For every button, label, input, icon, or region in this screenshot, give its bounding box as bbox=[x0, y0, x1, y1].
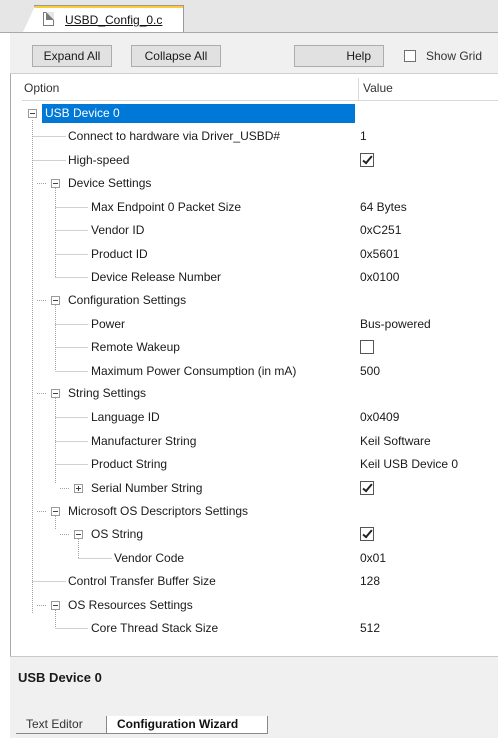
collapse-all-button[interactable]: Collapse All bbox=[131, 45, 221, 67]
tree-item-product-string[interactable]: Product String Keil USB Device 0 bbox=[22, 453, 498, 476]
product-id-value[interactable]: 0x5601 bbox=[360, 247, 399, 261]
tree-item-language-id[interactable]: Language ID 0x0409 bbox=[22, 406, 498, 429]
remote-wakeup-checkbox[interactable] bbox=[360, 340, 374, 354]
tree-node-device-settings[interactable]: Device Settings bbox=[22, 172, 498, 195]
column-header: Option Value bbox=[22, 78, 498, 101]
tree-node-usb-device[interactable]: USB Device 0 bbox=[22, 102, 498, 125]
expand-all-button[interactable]: Expand All bbox=[32, 45, 112, 67]
max-ep0-value[interactable]: 64 Bytes bbox=[360, 200, 407, 214]
tree-item-power[interactable]: Power Bus-powered bbox=[22, 313, 498, 336]
editor-tab-strip: USBD_Config_0.c bbox=[0, 0, 498, 33]
tree-item-high-speed[interactable]: High-speed bbox=[22, 149, 498, 172]
collapse-icon[interactable] bbox=[51, 601, 60, 610]
column-divider[interactable] bbox=[358, 78, 359, 100]
tree-item-label: Vendor Code bbox=[114, 551, 185, 565]
tree-node-label: Device Settings bbox=[68, 176, 152, 190]
tree-item-label: Max Endpoint 0 Packet Size bbox=[91, 200, 242, 214]
tree-item-remote-wakeup[interactable]: Remote Wakeup bbox=[22, 336, 498, 359]
tree-item-core-thread-stack[interactable]: Core Thread Stack Size 512 bbox=[22, 617, 498, 640]
vendor-id-value[interactable]: 0xC251 bbox=[360, 223, 401, 237]
tree-item-label: Product String bbox=[91, 457, 168, 471]
value-column-header[interactable]: Value bbox=[363, 81, 393, 95]
tree-node-label: Configuration Settings bbox=[68, 293, 187, 307]
power-value[interactable]: Bus-powered bbox=[360, 317, 431, 331]
tree-item-label: Control Transfer Buffer Size bbox=[68, 574, 216, 588]
tree-item-label: Product ID bbox=[91, 247, 148, 261]
tree-node-label: Serial Number String bbox=[91, 481, 203, 495]
file-icon bbox=[43, 12, 54, 26]
tab-text-editor[interactable]: Text Editor bbox=[16, 716, 106, 734]
collapse-icon[interactable] bbox=[74, 530, 83, 539]
tab-configuration-wizard[interactable]: Configuration Wizard bbox=[106, 716, 268, 734]
os-string-checkbox[interactable] bbox=[360, 527, 374, 541]
tree-item-label: Core Thread Stack Size bbox=[91, 621, 219, 635]
tree-item-vendor-id[interactable]: Vendor ID 0xC251 bbox=[22, 219, 498, 242]
tree-item-label: Vendor ID bbox=[91, 223, 145, 237]
tree-node-serial-number[interactable]: Serial Number String bbox=[22, 477, 498, 500]
configuration-tree: USB Device 0 Connect to hardware via Dri… bbox=[22, 102, 498, 642]
tree-item-label: Remote Wakeup bbox=[91, 340, 180, 354]
description-pane: USB Device 0 bbox=[10, 656, 498, 713]
tree-item-max-ep0[interactable]: Max Endpoint 0 Packet Size 64 Bytes bbox=[22, 196, 498, 219]
view-tab-strip: Text Editor Configuration Wizard bbox=[10, 712, 498, 738]
file-tab-usbd-config[interactable]: USBD_Config_0.c bbox=[23, 5, 184, 32]
tree-item-vendor-code[interactable]: Vendor Code 0x01 bbox=[22, 547, 498, 570]
tree-item-release-number[interactable]: Device Release Number 0x0100 bbox=[22, 266, 498, 289]
tree-node-label: Microsoft OS Descriptors Settings bbox=[68, 504, 249, 518]
driver-number-value[interactable]: 1 bbox=[360, 129, 367, 143]
tree-item-label: Maximum Power Consumption (in mA) bbox=[91, 364, 297, 378]
tree-item-connect-driver[interactable]: Connect to hardware via Driver_USBD# 1 bbox=[22, 125, 498, 148]
manufacturer-string-value[interactable]: Keil Software bbox=[360, 434, 431, 448]
tree-node-label: OS String bbox=[91, 527, 144, 541]
tree-node-label: USB Device 0 bbox=[42, 104, 355, 123]
show-grid-label: Show Grid bbox=[426, 49, 483, 63]
tree-node-os-resources[interactable]: OS Resources Settings bbox=[22, 594, 498, 617]
help-button[interactable]: Help bbox=[294, 45, 384, 67]
tree-node-string-settings[interactable]: String Settings bbox=[22, 382, 498, 405]
max-power-value[interactable]: 500 bbox=[360, 364, 380, 378]
wizard-toolbar: Expand All Collapse All Help Show Grid bbox=[10, 33, 498, 74]
tree-node-label: OS Resources Settings bbox=[68, 598, 193, 612]
product-string-value[interactable]: Keil USB Device 0 bbox=[360, 457, 458, 471]
control-buffer-size-value[interactable]: 128 bbox=[360, 574, 380, 588]
tree-item-label: Device Release Number bbox=[91, 270, 222, 284]
language-id-value[interactable]: 0x0409 bbox=[360, 410, 399, 424]
collapse-icon[interactable] bbox=[51, 389, 60, 398]
tree-item-max-power[interactable]: Maximum Power Consumption (in mA) 500 bbox=[22, 360, 498, 383]
show-grid-checkbox[interactable] bbox=[404, 50, 416, 62]
serial-number-checkbox[interactable] bbox=[360, 481, 374, 495]
collapse-icon[interactable] bbox=[51, 179, 60, 188]
left-frame-edge bbox=[10, 0, 11, 738]
high-speed-checkbox[interactable] bbox=[360, 153, 374, 167]
vendor-code-value[interactable]: 0x01 bbox=[360, 551, 386, 565]
description-title: USB Device 0 bbox=[18, 670, 102, 685]
core-thread-stack-value[interactable]: 512 bbox=[360, 621, 380, 635]
tree-item-control-buffer-size[interactable]: Control Transfer Buffer Size 128 bbox=[22, 570, 498, 593]
release-number-value[interactable]: 0x0100 bbox=[360, 270, 399, 284]
tree-item-manufacturer-string[interactable]: Manufacturer String Keil Software bbox=[22, 430, 498, 453]
tree-item-label: Connect to hardware via Driver_USBD# bbox=[68, 129, 281, 143]
tree-item-label: Language ID bbox=[91, 410, 160, 424]
tree-node-ms-os-descriptors[interactable]: Microsoft OS Descriptors Settings bbox=[22, 500, 498, 523]
collapse-icon[interactable] bbox=[51, 507, 60, 516]
tree-node-label: String Settings bbox=[68, 386, 147, 400]
collapse-icon[interactable] bbox=[28, 109, 37, 118]
tree-item-label: Manufacturer String bbox=[91, 434, 197, 448]
option-column-header[interactable]: Option bbox=[24, 81, 59, 95]
file-tab-label: USBD_Config_0.c bbox=[65, 13, 163, 27]
expand-icon[interactable] bbox=[74, 484, 83, 493]
tree-node-os-string[interactable]: OS String bbox=[22, 523, 498, 546]
tree-item-label: Power bbox=[91, 317, 126, 331]
tree-node-configuration-settings[interactable]: Configuration Settings bbox=[22, 289, 498, 312]
tree-item-label: High-speed bbox=[68, 153, 130, 167]
collapse-icon[interactable] bbox=[51, 296, 60, 305]
tree-item-product-id[interactable]: Product ID 0x5601 bbox=[22, 243, 498, 266]
